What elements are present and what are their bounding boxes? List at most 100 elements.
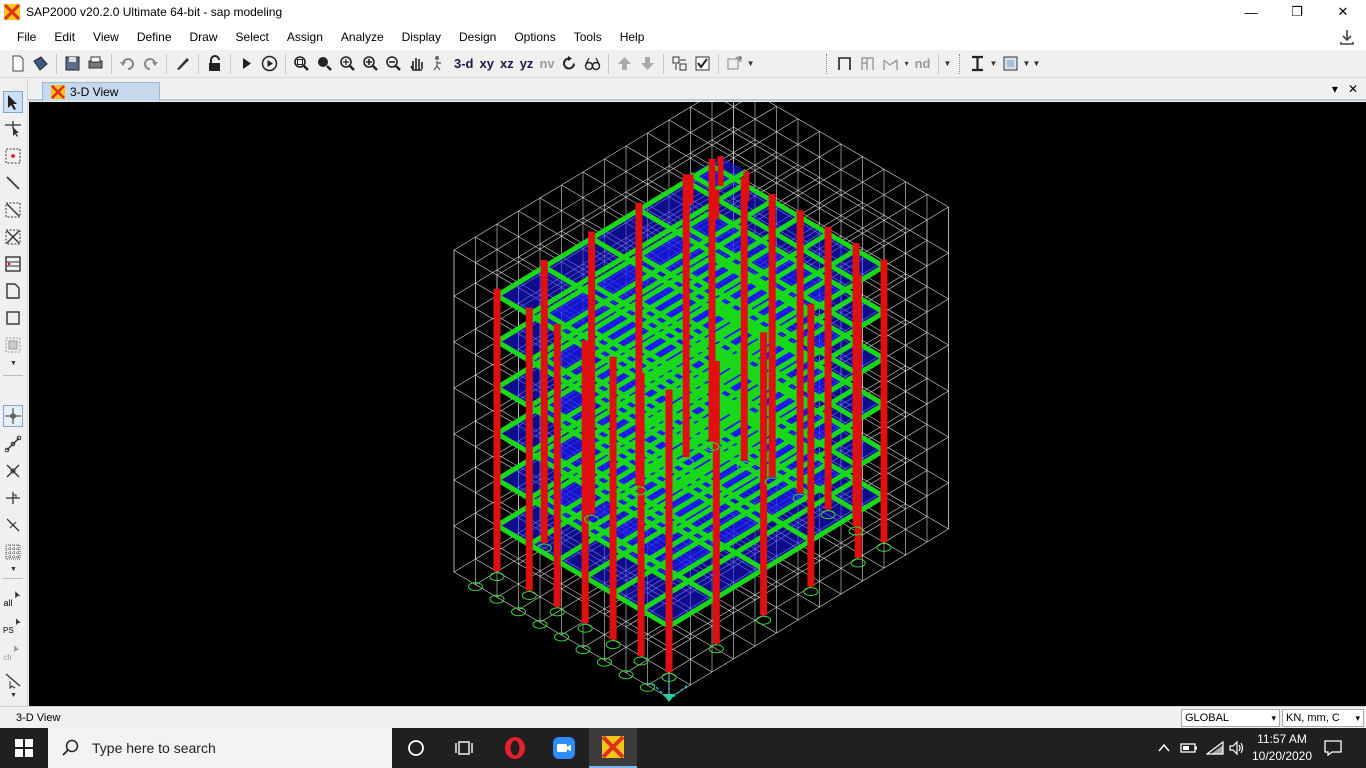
snap-intersections-button[interactable]: [3, 460, 23, 482]
structural-model-drawing[interactable]: [29, 102, 1366, 706]
task-view-button[interactable]: [440, 728, 488, 768]
zoom-out-button[interactable]: [382, 53, 405, 75]
section-designer-button[interactable]: [966, 53, 989, 75]
left-toolbar-dropdown-icon[interactable]: ▼: [10, 566, 17, 573]
reshape-button[interactable]: [3, 118, 23, 140]
view-xz-button[interactable]: xz: [497, 53, 517, 75]
draw-poly-area-button[interactable]: [3, 280, 23, 302]
view-3d-button[interactable]: 3-d: [451, 53, 477, 75]
snap-perpendicular-button[interactable]: [3, 487, 23, 509]
rotate-view-button[interactable]: [558, 53, 581, 75]
restore-full-view-button[interactable]: [313, 53, 336, 75]
new-model-button[interactable]: [6, 53, 29, 75]
close-window-icon[interactable]: ✕: [1348, 82, 1358, 96]
draw-joint-button[interactable]: [3, 145, 23, 167]
cortana-button[interactable]: [392, 728, 440, 768]
select-all-button[interactable]: all: [3, 588, 23, 610]
view-yz-button[interactable]: yz: [517, 53, 537, 75]
show-undeformed-button[interactable]: [723, 53, 746, 75]
undo-button[interactable]: [116, 53, 139, 75]
area-section-button[interactable]: [999, 53, 1022, 75]
previous-zoom-button[interactable]: [336, 53, 359, 75]
move-up-list-button[interactable]: [613, 53, 636, 75]
sap2000-taskbar-button[interactable]: [589, 728, 637, 768]
draw-cable-button[interactable]: [879, 53, 902, 75]
display-options-button[interactable]: [668, 53, 691, 75]
get-previous-selection-button[interactable]: PS: [3, 615, 23, 637]
menu-file[interactable]: File: [8, 24, 45, 50]
draw-brace-button[interactable]: [856, 53, 879, 75]
menu-tools[interactable]: Tools: [565, 24, 611, 50]
perspective-toggle-button[interactable]: [581, 53, 604, 75]
pointer-button[interactable]: [3, 91, 23, 113]
action-center-button[interactable]: [1322, 728, 1344, 768]
menu-analyze[interactable]: Analyze: [332, 24, 393, 50]
restore-button[interactable]: ❐: [1274, 0, 1320, 24]
toolbar-dropdown-icon[interactable]: ▼: [1032, 59, 1042, 68]
refresh-window-button[interactable]: [171, 53, 194, 75]
snap-fine-grid-button[interactable]: [3, 541, 23, 563]
set-display-options-button[interactable]: [691, 53, 714, 75]
menu-design[interactable]: Design: [450, 24, 505, 50]
toolbar-dropdown-icon[interactable]: ▼: [989, 59, 999, 68]
zoom-app-button[interactable]: [540, 728, 588, 768]
view-nv-button[interactable]: nv: [536, 53, 557, 75]
toolbar-dropdown-icon[interactable]: ▼: [746, 59, 756, 68]
quick-draw-braces-button[interactable]: [3, 226, 23, 248]
draw-frame-line-button[interactable]: [3, 172, 23, 194]
redo-button[interactable]: [139, 53, 162, 75]
view-xy-button[interactable]: xy: [477, 53, 497, 75]
lock-model-button[interactable]: [203, 53, 226, 75]
menu-view[interactable]: View: [84, 24, 128, 50]
print-button[interactable]: [84, 53, 107, 75]
intersecting-line-select-button[interactable]: [3, 669, 23, 691]
snap-joints-button[interactable]: [3, 405, 23, 427]
clear-selection-button[interactable]: clr: [3, 642, 23, 664]
opera-browser-button[interactable]: [491, 728, 539, 768]
tab-3d-view[interactable]: 3-D View: [42, 82, 160, 101]
pan-button[interactable]: [405, 53, 428, 75]
draw-rect-area-button[interactable]: [3, 307, 23, 329]
menu-help[interactable]: Help: [611, 24, 654, 50]
start-button[interactable]: [0, 728, 48, 768]
minimize-button[interactable]: —: [1228, 0, 1274, 24]
menu-draw[interactable]: Draw: [181, 24, 227, 50]
menu-define[interactable]: Define: [128, 24, 181, 50]
menu-select[interactable]: Select: [227, 24, 278, 50]
quick-draw-frame-button[interactable]: [3, 199, 23, 221]
snap-lines-edges-button[interactable]: [3, 514, 23, 536]
taskbar-clock[interactable]: 11:57 AM 10/20/2020: [1242, 731, 1322, 765]
coordinate-system-select[interactable]: GLOBAL ▾: [1181, 709, 1280, 727]
open-button[interactable]: [29, 53, 52, 75]
network-tray-button[interactable]: [1204, 728, 1226, 768]
menu-edit[interactable]: Edit: [45, 24, 84, 50]
toolbar-dropdown-icon[interactable]: ▼: [943, 59, 953, 68]
model-3d-viewport[interactable]: [29, 102, 1366, 706]
taskbar-search-box[interactable]: Type here to search: [48, 728, 392, 768]
snap-line-ends-button[interactable]: [3, 433, 23, 455]
show-hidden-icons-button[interactable]: [1154, 728, 1174, 768]
tab-list-dropdown-icon[interactable]: ▾: [1332, 82, 1338, 96]
zoom-in-button[interactable]: [359, 53, 382, 75]
draw-frame-button[interactable]: [833, 53, 856, 75]
menu-display[interactable]: Display: [393, 24, 450, 50]
run-now-button[interactable]: [258, 53, 281, 75]
close-button[interactable]: ✕: [1320, 0, 1366, 24]
menu-options[interactable]: Options: [505, 24, 564, 50]
left-toolbar-dropdown-icon[interactable]: ▼: [10, 692, 17, 699]
quick-draw-area-button[interactable]: [3, 334, 23, 356]
toolbar-dropdown-icon[interactable]: ▼: [1022, 59, 1032, 68]
toolbar-dropdown-icon[interactable]: ▾: [902, 59, 912, 68]
download-icon[interactable]: [1338, 28, 1356, 46]
units-select[interactable]: KN, mm, C ▾: [1282, 709, 1364, 727]
nd-button[interactable]: nd: [912, 53, 934, 75]
rubber-band-zoom-button[interactable]: [290, 53, 313, 75]
save-button[interactable]: [61, 53, 84, 75]
walk-view-button[interactable]: [428, 53, 451, 75]
run-analysis-button[interactable]: [235, 53, 258, 75]
quick-draw-secondary-beams-button[interactable]: [3, 253, 23, 275]
move-down-list-button[interactable]: [636, 53, 659, 75]
menu-assign[interactable]: Assign: [278, 24, 332, 50]
battery-tray-button[interactable]: [1178, 728, 1200, 768]
left-toolbar-dropdown-icon[interactable]: ▼: [10, 360, 17, 367]
